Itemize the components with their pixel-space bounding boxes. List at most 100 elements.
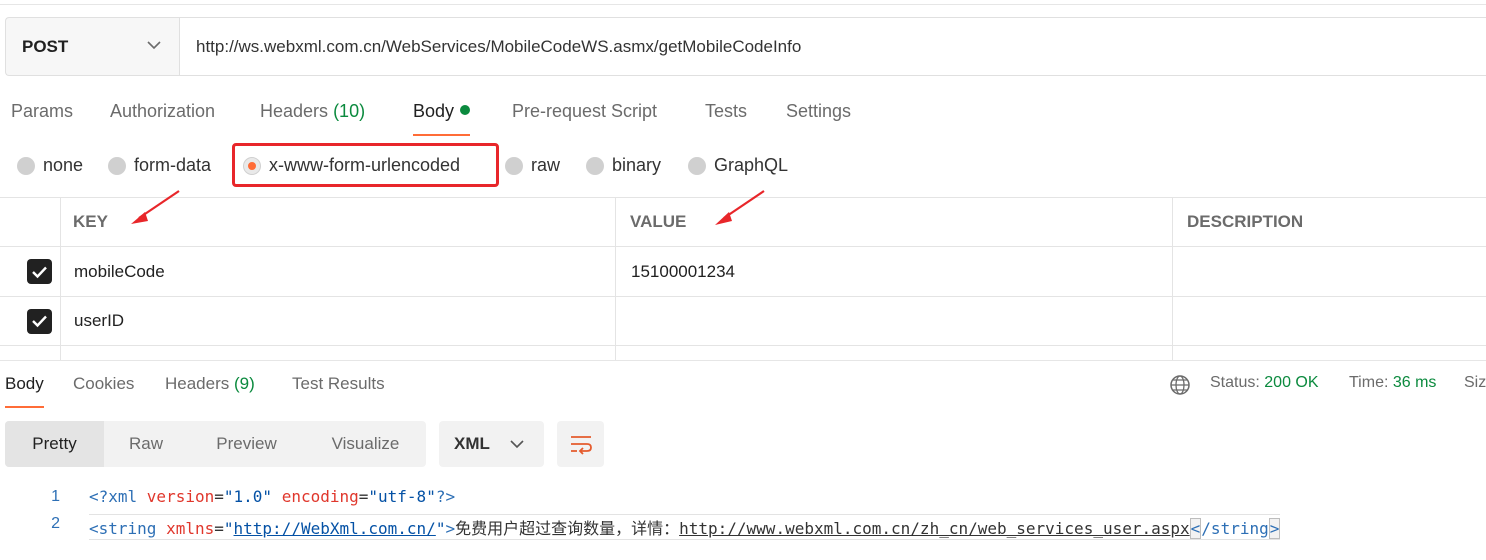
code-text: <string xmlns="http://WebXml.com.cn/">免费… bbox=[89, 514, 1281, 540]
view-preview[interactable]: Preview bbox=[188, 421, 305, 467]
tab-headers[interactable]: Headers (10) bbox=[260, 101, 365, 136]
radio-label: binary bbox=[612, 155, 662, 175]
token: "1.0" bbox=[223, 487, 273, 506]
response-tabs: Body Cookies Headers (9) Test Results St… bbox=[0, 370, 1486, 410]
size-label: Siz bbox=[1464, 374, 1486, 391]
radio-raw[interactable]: raw bbox=[505, 155, 560, 176]
radio-label: form-data bbox=[134, 155, 212, 175]
tab-body[interactable]: Body bbox=[413, 101, 471, 136]
xmlns-link[interactable]: http://WebXml.com.cn/ bbox=[234, 519, 436, 538]
radio-circle-icon bbox=[505, 156, 523, 175]
url-text: http://ws.webxml.com.cn/WebServices/Mobi… bbox=[196, 36, 802, 56]
radio-binary[interactable]: binary bbox=[586, 155, 661, 176]
tab-params[interactable]: Params bbox=[11, 101, 73, 136]
token: = bbox=[358, 487, 369, 506]
tab-label: Settings bbox=[786, 101, 852, 121]
radio-circle-icon bbox=[586, 156, 604, 175]
token: ?> bbox=[435, 487, 456, 506]
view-visualize[interactable]: Visualize bbox=[305, 421, 426, 467]
request-url-bar: POST http://ws.webxml.com.cn/WebServices… bbox=[5, 17, 1486, 76]
tab-count: (9) bbox=[234, 374, 255, 393]
tab-label: Body bbox=[5, 374, 44, 393]
top-divider bbox=[0, 4, 1486, 5]
line-number: 1 bbox=[51, 488, 60, 505]
token: encoding bbox=[281, 487, 359, 506]
token: <string bbox=[89, 519, 167, 538]
chevron-down-icon bbox=[510, 440, 524, 449]
status-value: 200 OK bbox=[1264, 374, 1319, 391]
radio-form-data[interactable]: form-data bbox=[108, 155, 211, 176]
tab-response-headers[interactable]: Headers (9) bbox=[165, 374, 255, 408]
annotation-highlight-box bbox=[232, 143, 499, 187]
table-row: userID bbox=[0, 297, 1486, 346]
value-cell[interactable]: 15100001234 bbox=[631, 247, 735, 296]
key-cell[interactable]: mobileCode bbox=[74, 247, 165, 296]
url-input[interactable]: http://ws.webxml.com.cn/WebServices/Mobi… bbox=[180, 18, 1486, 75]
token: > bbox=[445, 519, 456, 538]
wrap-lines-button[interactable] bbox=[557, 421, 604, 467]
tab-label: Headers bbox=[165, 374, 230, 393]
active-dot-icon bbox=[460, 105, 471, 115]
code-text: <?xml version="1.0" encoding="utf-8"?> bbox=[89, 487, 455, 506]
header-value: VALUE bbox=[630, 212, 687, 231]
radio-circle-icon bbox=[688, 156, 706, 175]
token: " bbox=[435, 519, 446, 538]
token: 免费用户超过查询数量，详情： bbox=[455, 519, 680, 538]
token: "utf-8" bbox=[368, 487, 436, 506]
time-label: Time: bbox=[1349, 374, 1389, 391]
tab-label: Headers bbox=[260, 101, 329, 121]
tab-response-body[interactable]: Body bbox=[5, 374, 44, 408]
format-label: XML bbox=[454, 434, 490, 453]
view-raw[interactable]: Raw bbox=[104, 421, 188, 467]
radio-none[interactable]: none bbox=[17, 155, 83, 176]
method-label: POST bbox=[22, 36, 69, 56]
header-key: KEY bbox=[73, 212, 108, 231]
annotation-arrow-icon bbox=[131, 190, 180, 224]
token: <?xml bbox=[89, 487, 147, 506]
tab-pre-request-script[interactable]: Pre-request Script bbox=[512, 101, 657, 136]
tab-settings[interactable]: Settings bbox=[786, 101, 851, 136]
method-select[interactable]: POST bbox=[6, 18, 180, 75]
token: /string bbox=[1201, 519, 1269, 538]
table-row: mobileCode 15100001234 bbox=[0, 247, 1486, 297]
key-cell[interactable]: userID bbox=[74, 297, 124, 345]
row-checkbox[interactable] bbox=[27, 247, 52, 296]
tab-count: (10) bbox=[333, 101, 366, 121]
code-line: 1 <?xml version="1.0" encoding="utf-8"?> bbox=[0, 484, 1486, 510]
checkmark-icon bbox=[27, 308, 52, 334]
body-type-radios: none form-data x-www-form-urlencoded raw… bbox=[0, 145, 1486, 185]
token: = bbox=[214, 487, 224, 506]
token: = bbox=[214, 519, 224, 538]
format-select[interactable]: XML bbox=[439, 421, 544, 467]
header-description: DESCRIPTION bbox=[1187, 212, 1304, 231]
row-checkbox[interactable] bbox=[27, 297, 52, 345]
tab-label: Authorization bbox=[110, 101, 216, 121]
checkmark-icon bbox=[27, 259, 52, 284]
tab-test-results[interactable]: Test Results bbox=[292, 374, 385, 408]
chevron-down-icon bbox=[147, 41, 161, 50]
view-mode-bar: Pretty Raw Preview Visualize bbox=[5, 421, 426, 467]
radio-circle-icon bbox=[108, 156, 126, 175]
info-link[interactable]: http://www.webxml.com.cn/zh_cn/web_servi… bbox=[679, 519, 1190, 538]
status-readout: Status: 200 OK bbox=[1210, 374, 1319, 392]
radio-label: GraphQL bbox=[714, 155, 789, 175]
radio-label: raw bbox=[531, 155, 561, 175]
request-tabs: Params Authorization Headers (10) Body P… bbox=[0, 96, 1486, 136]
radio-graphql[interactable]: GraphQL bbox=[688, 155, 788, 176]
time-value: 36 ms bbox=[1392, 374, 1437, 391]
status-label: Status: bbox=[1210, 374, 1260, 391]
line-number: 2 bbox=[51, 515, 60, 532]
tab-authorization[interactable]: Authorization bbox=[110, 101, 215, 136]
tab-label: Tests bbox=[705, 101, 748, 121]
token: " bbox=[223, 519, 234, 538]
token: xmlns bbox=[166, 519, 215, 538]
globe-icon[interactable] bbox=[1169, 374, 1191, 396]
view-pretty[interactable]: Pretty bbox=[5, 421, 104, 467]
token: > bbox=[1268, 518, 1281, 539]
token: < bbox=[1189, 518, 1202, 539]
tab-tests[interactable]: Tests bbox=[705, 101, 747, 136]
annotation-arrow-icon bbox=[715, 190, 765, 225]
radio-label: none bbox=[43, 155, 84, 175]
time-readout: Time: 36 ms bbox=[1349, 374, 1436, 392]
tab-cookies[interactable]: Cookies bbox=[73, 374, 134, 408]
